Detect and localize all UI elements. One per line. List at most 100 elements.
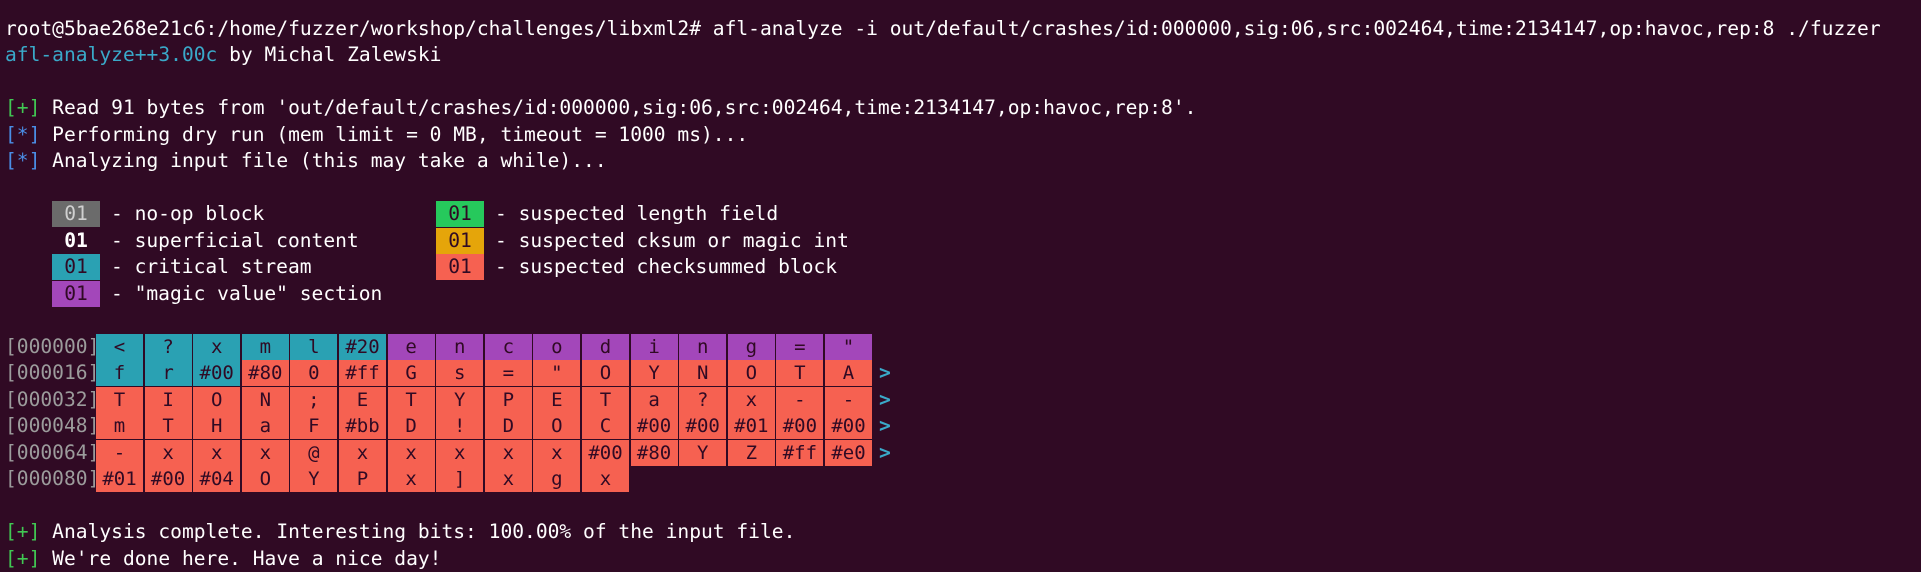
hexdump-byte-checksummed: Y: [436, 387, 483, 413]
hexdump-byte-checksummed: I: [145, 387, 192, 413]
legend-label-noop: - no-op block: [111, 201, 264, 228]
status-tag-star: [*]: [5, 149, 40, 172]
legend-chip-magic: 01: [52, 281, 100, 307]
hexdump-byte-magic: e: [388, 334, 435, 360]
legend-chip-noop: 01: [52, 201, 100, 227]
complete-message: [+] Analysis complete. Interesting bits:…: [5, 519, 1919, 546]
hexdump-byte-checksummed: #01: [96, 466, 143, 492]
hexdump-byte-magic: d: [582, 334, 629, 360]
hexdump-byte-checksummed: #00: [679, 413, 726, 439]
status-tag-star: [*]: [5, 123, 40, 146]
hexdump-byte-magic: ": [825, 334, 872, 360]
read-message-text: Read 91 bytes from 'out/default/crashes/…: [40, 96, 1196, 119]
status-tag-plus: [+]: [5, 547, 40, 570]
hexdump-byte-magic: n: [679, 334, 726, 360]
hexdump-byte-critical: l: [290, 334, 337, 360]
legend-chip-cksum: 01: [436, 228, 484, 254]
hexdump-byte-checksummed: #ff: [776, 440, 823, 466]
read-message: [+] Read 91 bytes from 'out/default/cras…: [5, 95, 1919, 122]
legend-chip-checksummed: 01: [436, 254, 484, 280]
continuation-arrow-icon: >: [879, 387, 891, 414]
command-line: root@5bae268e21c6:/home/fuzzer/workshop/…: [5, 16, 1919, 43]
hexdump-byte-checksummed: #04: [193, 466, 240, 492]
hexdump-byte-checksummed: D: [388, 413, 435, 439]
legend-chip-critical: 01: [52, 254, 100, 280]
hexdump-byte-checksummed: H: [193, 413, 240, 439]
hexdump-byte-checksummed: #00: [776, 413, 823, 439]
hexdump-byte-checksummed: x: [485, 440, 532, 466]
dry-run-message: [*] Performing dry run (mem limit = 0 MB…: [5, 122, 1919, 149]
hexdump-byte-critical: m: [242, 334, 289, 360]
hexdump-byte-checksummed: P: [485, 387, 532, 413]
hexdump-row: [000016]fr#00#800#ffGs="OYNOTA>: [5, 360, 1919, 387]
hexdump-byte-checksummed: x: [728, 387, 775, 413]
hexdump-offset: [000048]: [5, 413, 99, 440]
terminal-window[interactable]: root@5bae268e21c6:/home/fuzzer/workshop/…: [5, 0, 1919, 572]
legend-label-magic: - "magic value" section: [111, 281, 382, 308]
hexdump-byte-checksummed: O: [533, 413, 580, 439]
hexdump-byte-checksummed: x: [436, 440, 483, 466]
hexdump-byte-magic: c: [485, 334, 532, 360]
hexdump-byte-checksummed: #00: [145, 466, 192, 492]
hexdump-offset: [000032]: [5, 387, 99, 414]
hexdump-byte-checksummed: O: [728, 360, 775, 386]
hexdump-byte-magic: g: [728, 334, 775, 360]
hexdump-row: [000064]-xxx@xxxxx#00#80YZ#ff#e0>: [5, 440, 1919, 467]
hexdump-byte-critical: f: [96, 360, 143, 386]
done-message-text: We're done here. Have a nice day!: [40, 547, 441, 570]
hexdump-byte-checksummed: 0: [290, 360, 337, 386]
hexdump-byte-checksummed: ?: [679, 387, 726, 413]
hexdump-byte-checksummed: Y: [290, 466, 337, 492]
hexdump-byte-checksummed: #bb: [339, 413, 386, 439]
continuation-arrow-icon: >: [879, 440, 891, 467]
hexdump-byte-checksummed: x: [582, 466, 629, 492]
hexdump-row: [000032]TION;ETYPETa?x-->: [5, 387, 1919, 414]
hexdump-byte-checksummed: D: [485, 413, 532, 439]
hexdump-byte-checksummed: T: [776, 360, 823, 386]
hexdump-byte-checksummed: ;: [290, 387, 337, 413]
hexdump-offset: [000016]: [5, 360, 99, 387]
continuation-arrow-icon: >: [879, 360, 891, 387]
legend-row-1: 01 - no-op block 01 - suspected length f…: [5, 201, 1919, 228]
status-tag-plus: [+]: [5, 96, 40, 119]
legend-label-length: - suspected length field: [495, 201, 778, 228]
hexdump-byte-critical: x: [193, 334, 240, 360]
hexdump-byte-checksummed: -: [776, 387, 823, 413]
hexdump-byte-critical: #00: [193, 360, 240, 386]
continuation-arrow-icon: >: [879, 413, 891, 440]
status-tag-plus: [+]: [5, 520, 40, 543]
hexdump-byte-checksummed: G: [388, 360, 435, 386]
hexdump-byte-checksummed: x: [193, 440, 240, 466]
banner-name: afl-analyze++3.00c: [5, 43, 217, 66]
hexdump-byte-checksummed: -: [825, 387, 872, 413]
hexdump-byte-checksummed: #00: [631, 413, 678, 439]
hexdump-byte-critical: ?: [145, 334, 192, 360]
hexdump-byte-checksummed: #80: [242, 360, 289, 386]
blank-line: [5, 307, 1919, 334]
hexdump-byte-checksummed: s: [436, 360, 483, 386]
legend-chip-superficial: 01: [52, 228, 100, 254]
previous-output-line: [5, 0, 1919, 16]
blank-line: [5, 175, 1919, 202]
hexdump-byte-checksummed: ": [533, 360, 580, 386]
hexdump-byte-checksummed: #00: [582, 440, 629, 466]
hexdump-byte-critical: <: [96, 334, 143, 360]
hexdump-offset: [000080]: [5, 466, 99, 493]
banner-author: by Michal Zalewski: [217, 43, 441, 66]
legend-chip-length: 01: [436, 201, 484, 227]
hexdump-row: [000080]#01#00#04OYPx]xgx: [5, 466, 1919, 493]
hexdump-byte-checksummed: Y: [679, 440, 726, 466]
hexdump-byte-checksummed: T: [96, 387, 143, 413]
hexdump: [000000]<?xml#20encoding="[000016]fr#00#…: [5, 334, 1919, 493]
hexdump-byte-checksummed: #ff: [339, 360, 386, 386]
hexdump-byte-checksummed: x: [145, 440, 192, 466]
hexdump-byte-checksummed: #e0: [825, 440, 872, 466]
legend-label-cksum: - suspected cksum or magic int: [495, 228, 849, 255]
hexdump-byte-checksummed: #80: [631, 440, 678, 466]
hexdump-byte-magic: n: [436, 334, 483, 360]
analyzing-message: [*] Analyzing input file (this may take …: [5, 148, 1919, 175]
hexdump-byte-checksummed: N: [242, 387, 289, 413]
legend-row-2: 01 - superficial content 01 - suspected …: [5, 228, 1919, 255]
blank-line: [5, 493, 1919, 520]
hexdump-byte-checksummed: N: [679, 360, 726, 386]
